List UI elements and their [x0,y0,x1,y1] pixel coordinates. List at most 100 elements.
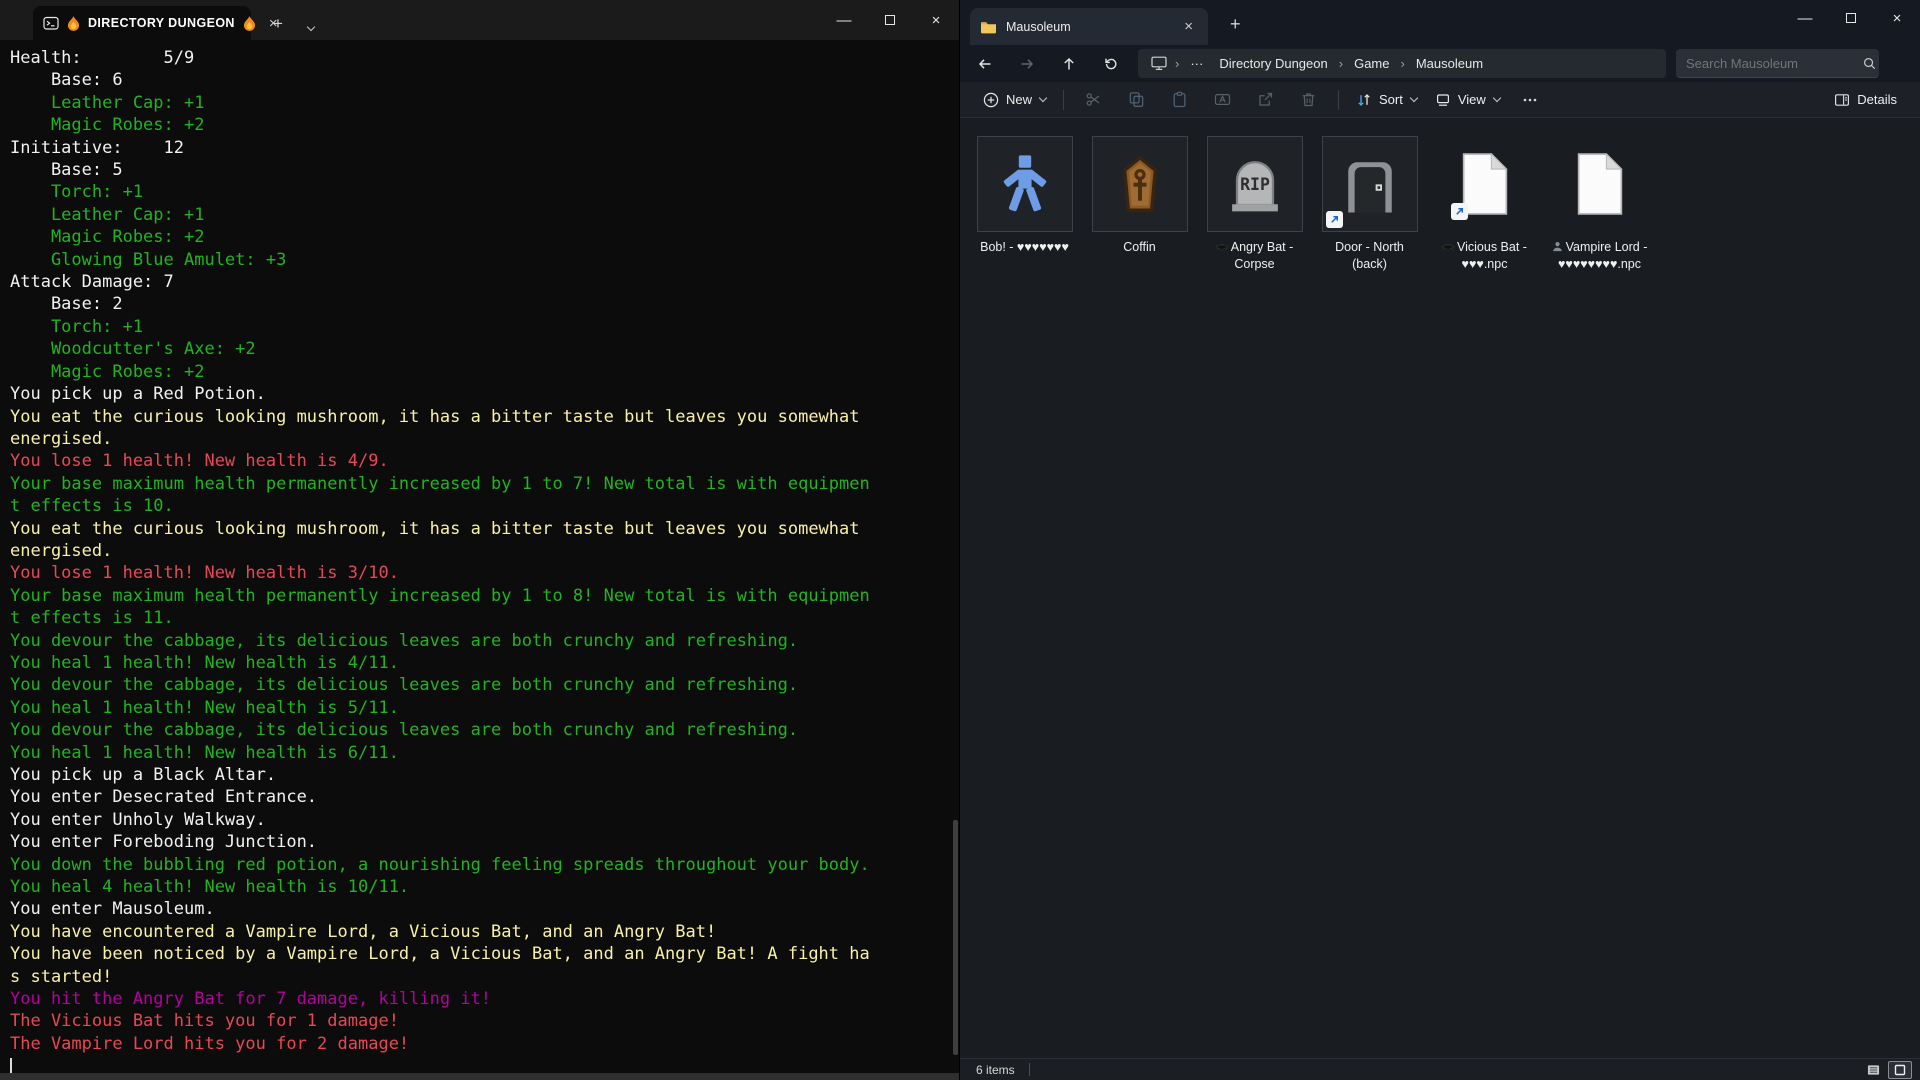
file-bob[interactable]: Bob! - ♥♥♥♥♥♥♥ [976,136,1073,256]
explorer-command-bar: New Sort View [960,82,1920,118]
explorer-close-button[interactable]: × [1874,0,1920,36]
explorer-status-bar: 6 items [960,1058,1920,1080]
rename-button[interactable] [1201,86,1244,113]
details-view-toggle[interactable] [1861,1061,1885,1079]
terminal-line: You enter Mausoleum. [10,898,959,920]
explorer-file-area[interactable]: Bob! - ♥♥♥♥♥♥♥ Coffin [960,118,1920,1058]
forward-button[interactable] [1010,50,1044,78]
breadcrumb-chevron-icon: › [1399,56,1405,71]
details-pane-label: Details [1857,92,1897,107]
search-box[interactable] [1676,49,1879,78]
breadcrumb-ellipsis[interactable]: ··· [1184,54,1209,73]
explorer-titlebar: Mausoleum × + — × [960,0,1920,82]
terminal-line: The Vicious Bat hits you for 1 damage! [10,1010,959,1032]
cut-button[interactable] [1072,86,1115,113]
share-button[interactable] [1244,86,1287,113]
ellipsis-icon [1522,92,1538,108]
file-angry-bat-corpse[interactable]: RIP Angry Bat - Corpse [1206,136,1303,273]
breadcrumb-chevron-icon: › [1174,56,1180,71]
delete-button[interactable] [1287,86,1330,113]
file-explorer-window: Mausoleum × + — × [959,0,1920,1080]
bat-icon [1216,243,1228,252]
copy-button[interactable] [1115,86,1158,113]
file-vampire-lord-npc[interactable]: Vampire Lord - ♥♥♥♥♥♥♥♥.npc [1551,136,1648,273]
search-input[interactable] [1686,56,1862,71]
explorer-minimize-button[interactable]: — [1782,0,1828,36]
explorer-caption-buttons: — × [1782,0,1920,36]
search-icon [1862,56,1877,71]
sort-icon [1356,92,1372,108]
terminal-minimize-button[interactable]: — [821,0,867,40]
terminal-line: Magic Robes: +2 [10,226,959,248]
terminal-line: You down the bubbling red potion, a nour… [10,854,959,876]
file-coffin[interactable]: Coffin [1091,136,1188,256]
shortcut-arrow-icon [1451,203,1468,220]
terminal-line: Leather Cap: +1 [10,204,959,226]
terminal-tab-dropdown-button[interactable] [297,25,324,40]
details-pane-button[interactable]: Details [1825,87,1906,113]
terminal-line: You heal 4 health! New health is 10/11. [10,876,959,898]
terminal-line: You enter Desecrated Entrance. [10,786,959,808]
up-button[interactable] [1052,50,1086,78]
terminal-line: You lose 1 health! New health is 3/10. [10,562,959,584]
toolbar-divider [1338,90,1339,110]
folder-icon [980,20,997,34]
explorer-maximize-button[interactable] [1828,0,1874,36]
plus-circle-icon [983,92,999,108]
terminal-line: You enter Unholy Walkway. [10,809,959,831]
terminal-line: You enter Foreboding Junction. [10,831,959,853]
new-button-label: New [1006,92,1032,107]
pixel-tombstone-icon: RIP [1225,154,1285,214]
terminal-scrollbar[interactable] [953,820,958,1055]
file-vicious-bat-npc[interactable]: Vicious Bat - ♥♥♥.npc [1436,136,1533,273]
view-button[interactable]: View [1426,87,1509,113]
explorer-tab[interactable]: Mausoleum × [970,8,1208,45]
back-button[interactable] [968,50,1002,78]
large-icons-view-toggle[interactable] [1888,1061,1912,1079]
terminal-line: Torch: +1 [10,181,959,203]
status-divider [1029,1063,1030,1076]
breadcrumb-chevron-icon: › [1338,56,1344,71]
terminal-close-button[interactable]: × [913,0,959,40]
document-icon [1574,152,1626,216]
file-door-north[interactable]: Door - North (back) [1321,136,1418,273]
explorer-tab-close-icon[interactable]: × [1179,17,1198,36]
paste-button[interactable] [1158,86,1201,113]
terminal-line: Base: 5 [10,159,959,181]
terminal-maximize-button[interactable] [867,0,913,40]
terminal-tab[interactable]: DIRECTORY DUNGEON × [33,6,251,40]
view-icon [1435,92,1451,108]
breadcrumb-item-game[interactable]: Game [1348,54,1395,73]
terminal-line: You lose 1 health! New health is 4/9. [10,450,959,472]
shortcut-arrow-icon [1326,211,1343,228]
breadcrumb-item-mausoleum[interactable]: Mausoleum [1410,54,1489,73]
terminal-line: Glowing Blue Amulet: +3 [10,249,959,271]
breadcrumb-item-directory-dungeon[interactable]: Directory Dungeon [1213,54,1333,73]
terminal-new-tab-button[interactable]: + [265,14,291,40]
chevron-down-icon [307,24,314,31]
explorer-new-tab-button[interactable]: + [1222,12,1249,37]
explorer-navigation-bar: › ··· Directory Dungeon › Game › Mausole… [960,45,1920,82]
terminal-line: Attack Damage: 7 [10,271,959,293]
scissors-icon [1085,91,1102,108]
terminal-line: Your base maximum health permanently inc… [10,585,959,607]
terminal-line: Magic Robes: +2 [10,114,959,136]
terminal-output[interactable]: Health: 5/9 Base: 6 Leather Cap: +1 Magi… [0,40,959,1078]
share-icon [1257,91,1274,108]
file-label: Bob! - ♥♥♥♥♥♥♥ [980,239,1069,256]
terminal-line: energised. [10,540,959,562]
refresh-button[interactable] [1094,50,1128,78]
trash-icon [1300,91,1317,108]
sort-button[interactable]: Sort [1347,87,1426,113]
new-button[interactable]: New [974,87,1055,113]
terminal-line: Torch: +1 [10,316,959,338]
terminal-line: The Vampire Lord hits you for 2 damage! [10,1033,959,1055]
terminal-line: You eat the curious looking mushroom, it… [10,406,959,428]
this-pc-icon[interactable] [1148,54,1170,73]
see-more-button[interactable] [1509,87,1551,113]
terminal-bottom-edge [0,1073,959,1080]
terminal-line: You devour the cabbage, its delicious le… [10,674,959,696]
chevron-down-icon [1039,95,1046,102]
terminal-line: You heal 1 health! New health is 4/11. [10,652,959,674]
pixel-person-icon [994,153,1056,215]
